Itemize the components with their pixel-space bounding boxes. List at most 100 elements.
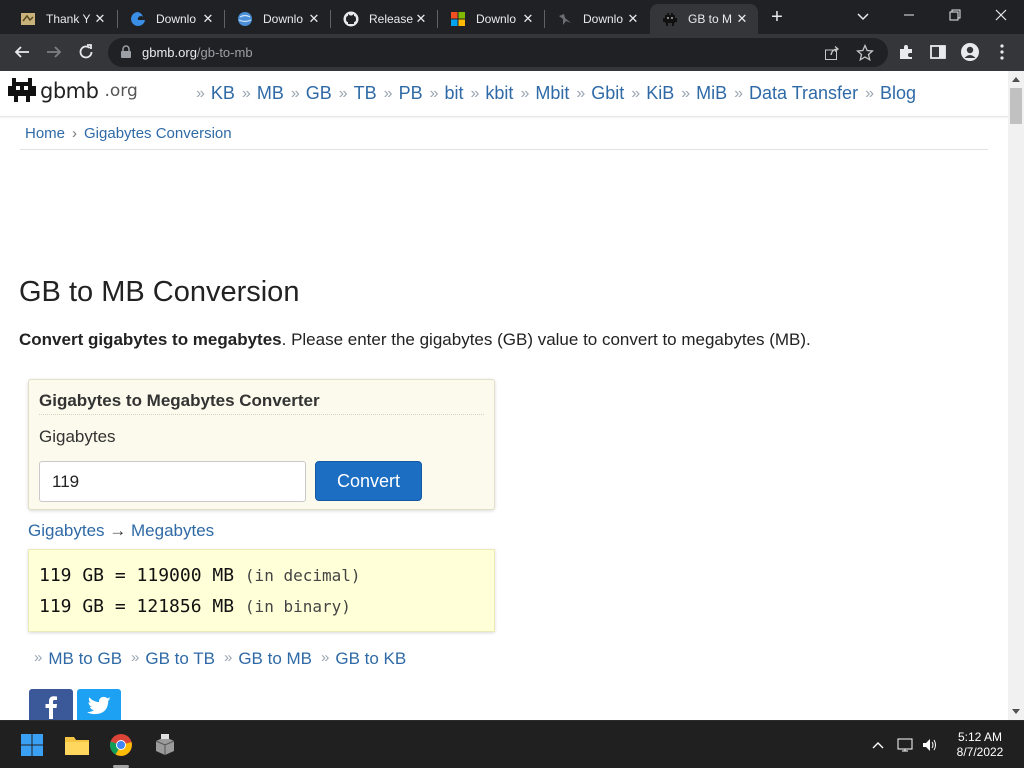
scroll-up-arrow-icon[interactable] bbox=[1012, 77, 1020, 82]
related-link-gb-to-kb[interactable]: GB to KB bbox=[335, 649, 406, 669]
tab-github-releases[interactable]: Release ✕ bbox=[331, 4, 437, 34]
nav-link-kib[interactable]: KiB bbox=[646, 83, 674, 104]
address-bar[interactable]: gbmb.org/gb-to-mb bbox=[108, 38, 888, 67]
scrollbar-thumb[interactable] bbox=[1010, 88, 1022, 124]
tab-download-edge[interactable]: Downlo ✕ bbox=[118, 4, 224, 34]
nav-separator: » bbox=[383, 84, 393, 102]
nav-separator: » bbox=[470, 84, 480, 102]
chrome-icon[interactable] bbox=[107, 731, 135, 759]
app-box-icon[interactable] bbox=[151, 731, 179, 759]
tab-thank-you[interactable]: Thank Y ✕ bbox=[8, 4, 116, 34]
tab-download-globe[interactable]: Downlo ✕ bbox=[225, 4, 330, 34]
back-arrow-icon[interactable] bbox=[10, 40, 34, 64]
tab-gb-to-mb[interactable]: GB to M ✕ bbox=[650, 4, 758, 34]
nav-item-kbit: » kbit bbox=[471, 83, 521, 104]
minimize-icon[interactable] bbox=[886, 0, 932, 30]
breadcrumb-home-link[interactable]: Home bbox=[25, 125, 65, 142]
converter-box: Gigabytes to Megabytes Converter Gigabyt… bbox=[28, 379, 495, 510]
convert-button[interactable]: Convert bbox=[315, 461, 422, 501]
tab-close-icon[interactable]: ✕ bbox=[520, 11, 536, 27]
bookmark-star-icon[interactable] bbox=[855, 43, 875, 62]
kebab-menu-icon[interactable] bbox=[990, 40, 1014, 64]
site-logo[interactable]: gbmb .org bbox=[8, 78, 138, 104]
lock-icon[interactable] bbox=[120, 45, 132, 59]
close-window-icon[interactable] bbox=[978, 0, 1024, 30]
page-scrollbar[interactable] bbox=[1008, 71, 1024, 720]
tab-download-bird[interactable]: Downlo ✕ bbox=[545, 4, 649, 34]
nav-item-data-transfer: » Data Transfer bbox=[734, 83, 865, 104]
twitter-share-button[interactable] bbox=[77, 689, 121, 720]
twitter-icon bbox=[86, 696, 112, 721]
tab-download-microsoft[interactable]: Downlo ✕ bbox=[438, 4, 544, 34]
tab-title: Thank Y bbox=[46, 12, 91, 26]
globe-icon bbox=[237, 11, 253, 27]
nav-separator: » bbox=[734, 84, 744, 102]
tab-close-icon[interactable]: ✕ bbox=[413, 11, 429, 27]
forward-arrow-icon[interactable] bbox=[42, 40, 66, 64]
scroll-down-arrow-icon[interactable] bbox=[1012, 709, 1020, 714]
tab-close-icon[interactable]: ✕ bbox=[734, 11, 750, 27]
page-title: GB to MB Conversion bbox=[19, 276, 300, 308]
windows-taskbar: 5:12 AM 8/7/2022 bbox=[0, 720, 1024, 768]
tab-close-icon[interactable]: ✕ bbox=[625, 11, 641, 27]
nav-link-bit[interactable]: bit bbox=[445, 83, 464, 104]
tab-title: Release bbox=[369, 12, 413, 26]
converter-heading: Gigabytes to Megabytes Converter bbox=[39, 391, 320, 410]
nav-link-data-transfer[interactable]: Data Transfer bbox=[749, 83, 858, 104]
nav-separator: » bbox=[681, 84, 691, 102]
url-text[interactable]: gbmb.org/gb-to-mb bbox=[142, 45, 253, 60]
result-decimal-text: 119 GB = 119000 MB bbox=[39, 565, 235, 586]
nav-item-mb: » MB bbox=[242, 83, 291, 104]
tab-search-chevron-icon[interactable] bbox=[855, 8, 871, 24]
tab-title: Downlo bbox=[476, 12, 517, 26]
nav-link-pb[interactable]: PB bbox=[399, 83, 423, 104]
tab-close-icon[interactable]: ✕ bbox=[92, 11, 108, 27]
breadcrumb: Home › Gigabytes Conversion bbox=[25, 125, 232, 142]
intro-rest: . Please enter the gigabytes (GB) value … bbox=[281, 330, 811, 349]
breadcrumb-current-link[interactable]: Gigabytes Conversion bbox=[84, 125, 232, 142]
side-panel-icon[interactable] bbox=[926, 40, 950, 64]
nav-link-gb[interactable]: GB bbox=[306, 83, 332, 104]
github-icon bbox=[343, 11, 359, 27]
nav-link-mib[interactable]: MiB bbox=[696, 83, 727, 104]
windows-start-icon[interactable] bbox=[18, 731, 46, 759]
facebook-share-button[interactable] bbox=[29, 689, 73, 720]
share-icon[interactable] bbox=[824, 45, 840, 61]
system-clock[interactable]: 5:12 AM 8/7/2022 bbox=[948, 730, 1012, 760]
nav-link-gbit[interactable]: Gbit bbox=[591, 83, 624, 104]
tab-close-icon[interactable]: ✕ bbox=[306, 11, 322, 27]
intro-text: Convert gigabytes to megabytes. Please e… bbox=[19, 330, 811, 350]
reload-icon[interactable] bbox=[74, 40, 98, 64]
gigabytes-input[interactable] bbox=[39, 461, 306, 502]
breadcrumb-divider bbox=[20, 149, 988, 150]
tab-title: Downlo bbox=[156, 12, 197, 26]
network-icon[interactable] bbox=[896, 735, 916, 755]
nav-link-mb[interactable]: MB bbox=[257, 83, 284, 104]
profile-avatar-icon[interactable] bbox=[958, 40, 982, 64]
restore-icon[interactable] bbox=[932, 0, 978, 30]
nav-link-blog[interactable]: Blog bbox=[880, 83, 916, 104]
nav-link-mbit[interactable]: Mbit bbox=[535, 83, 569, 104]
related-link-gb-to-mb[interactable]: GB to MB bbox=[238, 649, 312, 669]
nav-link-kb[interactable]: KB bbox=[211, 83, 235, 104]
file-explorer-icon[interactable] bbox=[63, 731, 91, 759]
url-path: /gb-to-mb bbox=[196, 45, 253, 60]
volume-icon[interactable] bbox=[920, 735, 940, 755]
megabytes-link[interactable]: Megabytes bbox=[131, 521, 214, 540]
nav-link-tb[interactable]: TB bbox=[354, 83, 377, 104]
gigabytes-link[interactable]: Gigabytes bbox=[28, 521, 105, 540]
nav-separator: » bbox=[338, 84, 348, 102]
clock-time: 5:12 AM bbox=[957, 730, 1003, 744]
tab-close-icon[interactable]: ✕ bbox=[200, 11, 216, 27]
new-tab-plus-icon[interactable]: + bbox=[766, 7, 788, 28]
tab-title: GB to M bbox=[688, 12, 733, 26]
tray-chevron-up-icon[interactable] bbox=[868, 735, 888, 755]
nav-link-kbit[interactable]: kbit bbox=[485, 83, 513, 104]
related-link-gb-to-tb[interactable]: GB to TB bbox=[145, 649, 215, 669]
bird-icon bbox=[557, 11, 573, 27]
related-link-mb-to-gb[interactable]: MB to GB bbox=[48, 649, 122, 669]
nav-separator: » bbox=[196, 84, 205, 102]
related-separator: » bbox=[34, 649, 43, 666]
extensions-puzzle-icon[interactable] bbox=[894, 40, 918, 64]
result-binary: 119 GB = 121856 MB (in binary) bbox=[39, 596, 351, 617]
